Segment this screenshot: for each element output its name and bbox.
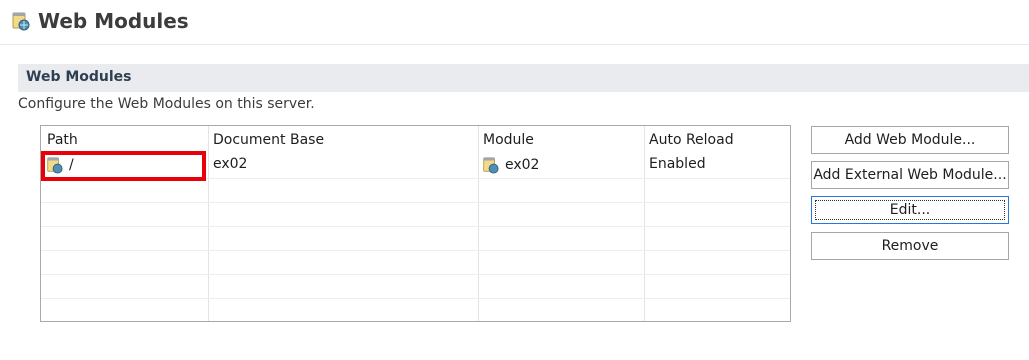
row-divider: [41, 298, 790, 299]
add-web-module-button[interactable]: Add Web Module...: [811, 126, 1009, 154]
page-title: Web Modules: [38, 9, 189, 33]
row-divider: [41, 250, 790, 251]
module-cell: ex02: [481, 156, 539, 174]
section-description: Configure the Web Modules on this server…: [18, 96, 315, 112]
auto-reload-cell: Enabled: [649, 156, 706, 172]
web-modules-table[interactable]: Path Document Base Module Auto Reload / …: [40, 125, 791, 322]
edit-button[interactable]: Edit...: [811, 196, 1009, 224]
add-external-web-module-button[interactable]: Add External Web Module...: [811, 161, 1009, 189]
column-header-path[interactable]: Path: [47, 132, 78, 148]
document-base-cell: ex02: [213, 156, 248, 172]
row-divider: [41, 274, 790, 275]
module-value: ex02: [505, 157, 540, 173]
column-header-document-base[interactable]: Document Base: [213, 132, 324, 148]
column-header-auto-reload[interactable]: Auto Reload: [649, 132, 734, 148]
page-header: Web Modules: [0, 0, 1029, 45]
web-module-icon: [12, 12, 30, 31]
edit-button-label: Edit...: [889, 202, 931, 218]
web-module-icon: [483, 157, 499, 174]
row-divider: [41, 226, 790, 227]
selection-highlight: [41, 151, 206, 181]
row-divider: [41, 202, 790, 203]
section-title: Web Modules: [26, 69, 132, 85]
section-header[interactable]: Web Modules: [18, 64, 1029, 92]
column-header-module[interactable]: Module: [483, 132, 534, 148]
remove-button[interactable]: Remove: [811, 232, 1009, 260]
